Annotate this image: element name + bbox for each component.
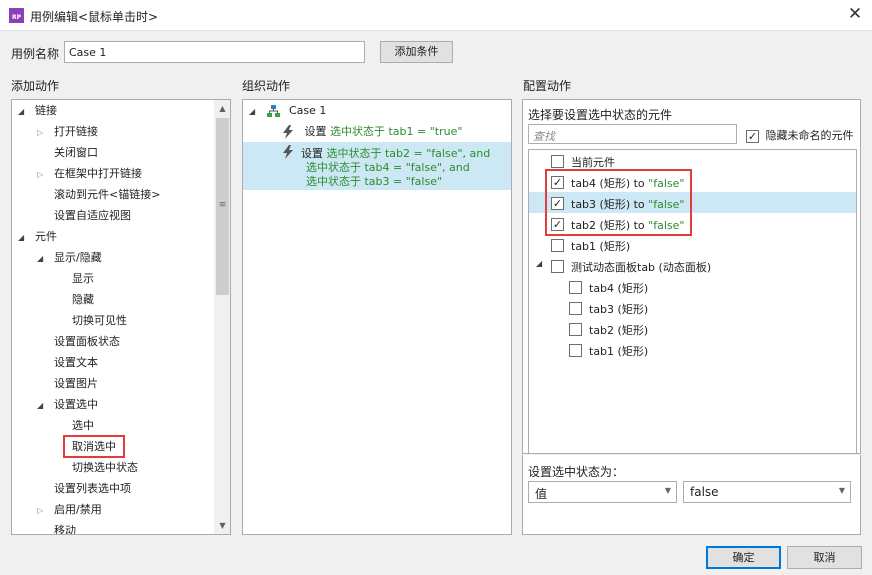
tree-item-set-image[interactable]: 设置图片 — [54, 373, 98, 394]
add-actions-panel: ◢ 链接 ▷ 打开链接 关闭窗口 ▷ 在框架中打开链接 滚动到元件<锚链接> 设置自适… — [11, 99, 231, 535]
add-condition-button[interactable]: 添加条件 — [380, 41, 453, 63]
checked-rows-highlight — [545, 169, 692, 236]
hide-unnamed-checkbox[interactable]: ✓ 隐藏未命名的元件 — [746, 127, 854, 143]
collapsed-triangle-icon: ▷ — [37, 170, 44, 179]
window-title: 用例编辑<鼠标单击时> — [30, 10, 159, 24]
tree-group-widgets[interactable]: ◢ 元件 — [18, 226, 57, 247]
scroll-up-icon[interactable]: ▲ — [214, 100, 230, 117]
widget-row-panel-tab3[interactable]: tab3 (矩形) — [529, 297, 856, 318]
tree-item-show[interactable]: 显示 — [72, 268, 94, 289]
collapsed-triangle-icon: ▷ — [37, 506, 44, 515]
tree-item-toggle-selected[interactable]: 切换选中状态 — [72, 457, 138, 478]
configure-actions-header: 配置动作 — [523, 79, 572, 93]
close-icon[interactable]: ✕ — [842, 3, 868, 27]
widget-row-tab1[interactable]: tab1 (矩形) — [529, 234, 856, 255]
tree-item-set-adaptive-view[interactable]: 设置自适应视图 — [54, 205, 131, 226]
tree-item-move[interactable]: 移动 — [54, 520, 76, 534]
tree-item-toggle-visibility[interactable]: 切换可见性 — [72, 310, 127, 331]
state-value-select[interactable]: false ▼ — [683, 481, 851, 503]
set-selected-state-label: 设置选中状态为： — [528, 465, 625, 479]
tree-item-scroll-to-widget[interactable]: 滚动到元件<锚链接> — [54, 184, 160, 205]
configure-actions-panel: 选择要设置选中状态的元件 查找 ✓ 隐藏未命名的元件 当前元件 ✓ tab4 (… — [522, 99, 861, 454]
expanded-triangle-icon: ◢ — [37, 401, 44, 410]
tree-group-show-hide[interactable]: ◢ 显示/隐藏 — [37, 247, 102, 268]
select-widgets-label: 选择要设置选中状态的元件 — [528, 108, 673, 122]
chevron-down-icon: ▼ — [664, 486, 671, 495]
scroll-down-icon[interactable]: ▼ — [214, 517, 230, 534]
tree-item-set-panel-state[interactable]: 设置面板状态 — [54, 331, 120, 352]
tree-item-close-window[interactable]: 关闭窗口 — [54, 142, 98, 163]
expanded-triangle-icon: ◢ — [37, 254, 44, 263]
ok-button[interactable]: 确定 — [706, 546, 781, 569]
checkbox-checked-icon: ✓ — [746, 129, 759, 143]
collapsed-triangle-icon: ▷ — [37, 128, 44, 137]
checkbox-icon — [551, 259, 564, 273]
checkbox-icon — [569, 343, 582, 357]
expanded-triangle-icon: ◢ — [536, 259, 543, 268]
action-set-selected-2[interactable]: 设置 选中状态于 tab2 = "false", and 选中状态于 tab4 … — [243, 142, 511, 190]
expanded-triangle-icon: ◢ — [249, 107, 256, 116]
widget-row-panel-tab2[interactable]: tab2 (矩形) — [529, 318, 856, 339]
search-input[interactable]: 查找 — [528, 124, 737, 144]
checkbox-icon — [569, 301, 582, 315]
case-name-label: 用例名称 — [11, 47, 60, 61]
cancel-button[interactable]: 取消 — [787, 546, 862, 569]
add-actions-header: 添加动作 — [11, 79, 60, 93]
tree-group-link[interactable]: ◢ 链接 — [18, 100, 57, 121]
state-type-select[interactable]: 值 ▼ — [528, 481, 677, 503]
widget-list: 当前元件 ✓ tab4 (矩形) to "false" ✓ tab3 (矩形) … — [528, 149, 857, 453]
case-tree-icon — [266, 105, 280, 117]
organize-actions-header: 组织动作 — [242, 79, 291, 93]
action-set-selected-1[interactable]: 设置 选中状态于 tab1 = "true" — [282, 121, 462, 142]
tree-group-set-selected[interactable]: ◢ 设置选中 — [37, 394, 98, 415]
tree-item-open-link[interactable]: ▷ 打开链接 — [37, 121, 98, 142]
tree-item-set-list-selected[interactable]: 设置列表选中项 — [54, 478, 131, 499]
widget-row-panel-tab1[interactable]: tab1 (矩形) — [529, 339, 856, 360]
checkbox-icon — [551, 238, 564, 252]
widget-row-current[interactable]: 当前元件 — [529, 150, 856, 171]
tree-item-unselect[interactable]: 取消选中 — [63, 435, 125, 458]
widget-row-panel-tab4[interactable]: tab4 (矩形) — [529, 276, 856, 297]
case-name-input[interactable]: Case 1 — [64, 41, 365, 63]
tree-item-enable-disable[interactable]: ▷ 启用/禁用 — [37, 499, 102, 520]
checkbox-icon — [569, 322, 582, 336]
tree-item-select[interactable]: 选中 — [72, 415, 94, 436]
widget-row-dynamic-panel[interactable]: ◢ 测试动态面板tab (动态面板) — [529, 255, 856, 276]
lightning-icon — [283, 145, 293, 159]
case-node[interactable]: ◢ Case 1 — [249, 100, 326, 121]
tree-item-open-in-frame[interactable]: ▷ 在框架中打开链接 — [37, 163, 142, 184]
tree-item-set-text[interactable]: 设置文本 — [54, 352, 98, 373]
chevron-down-icon: ▼ — [838, 486, 845, 495]
grip-icon: ≡ — [218, 200, 227, 210]
checkbox-icon — [569, 280, 582, 294]
axure-app-icon: RP — [9, 8, 24, 23]
checkbox-icon — [551, 154, 564, 168]
organize-actions-panel: ◢ Case 1 设置 选中状态于 tab1 = "true" 设置 选中状态于… — [242, 99, 512, 535]
tree-item-hide[interactable]: 隐藏 — [72, 289, 94, 310]
expanded-triangle-icon: ◢ — [18, 233, 25, 242]
lightning-icon — [283, 125, 293, 139]
expanded-triangle-icon: ◢ — [18, 107, 25, 116]
